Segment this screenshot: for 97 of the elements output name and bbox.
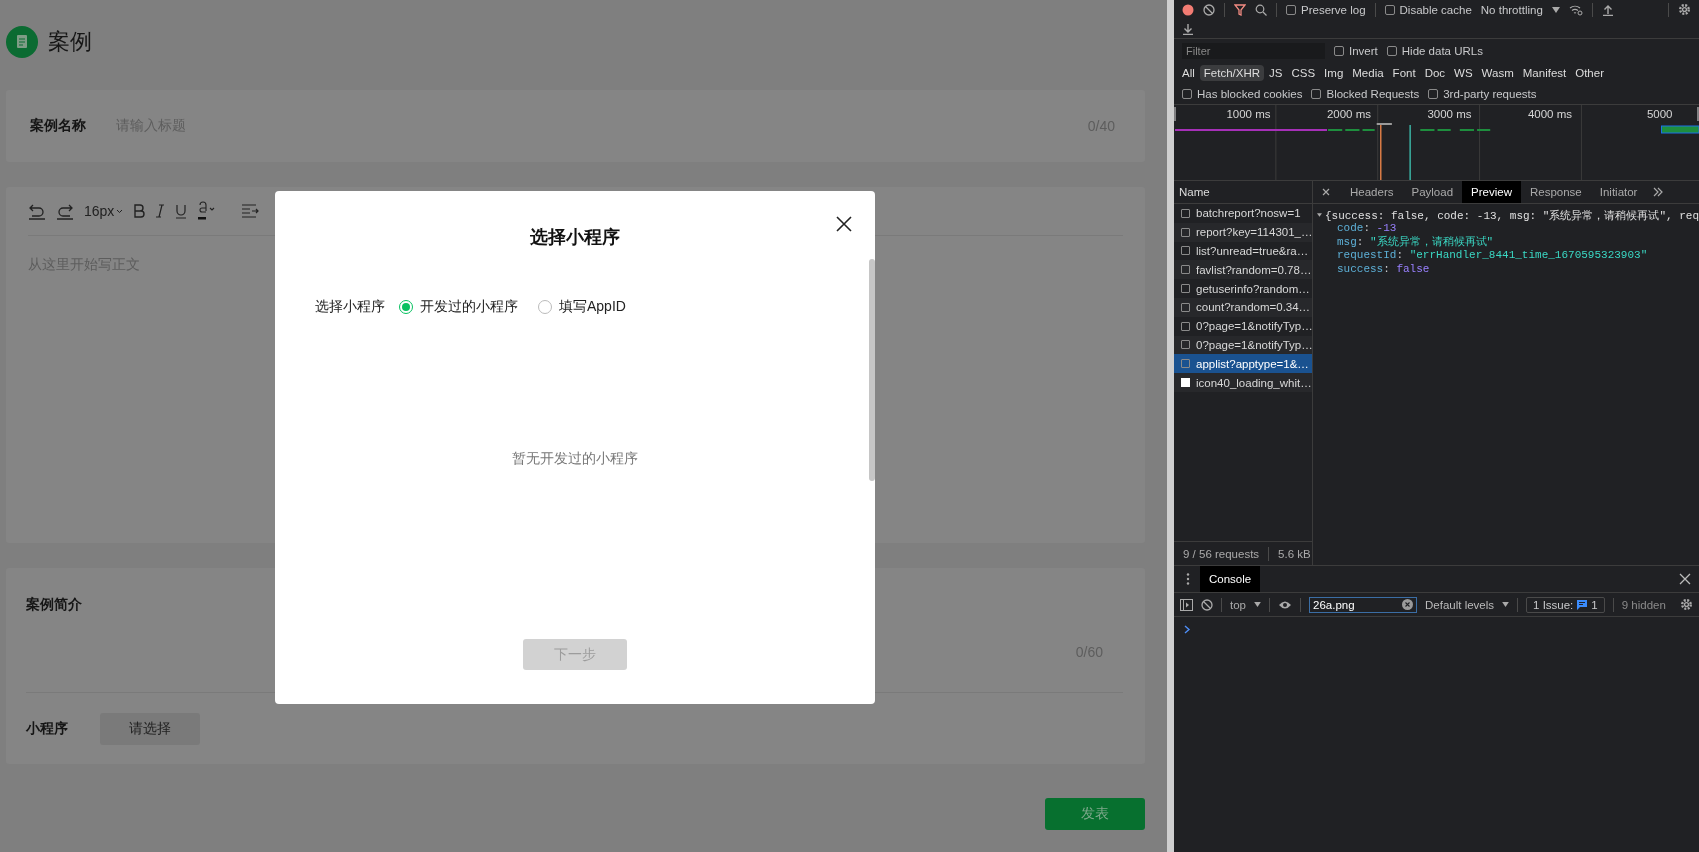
italic-icon[interactable]	[155, 204, 166, 218]
json-summary: {success: false, code: -13, msg: "系统异常，请稍候再试", req	[1324, 208, 1699, 223]
scrollbar[interactable]	[869, 259, 875, 481]
log-levels-dropdown[interactable]: Default levels	[1425, 598, 1495, 611]
expanded-arrow-icon[interactable]	[1317, 211, 1322, 219]
underline-icon[interactable]	[175, 203, 188, 219]
column-header[interactable]: Name	[1174, 181, 1312, 204]
select-button[interactable]: 请选择	[100, 712, 200, 745]
image-file-icon	[1181, 378, 1190, 388]
issues-button[interactable]: 1 Issue: 1	[1526, 596, 1605, 613]
clear-icon[interactable]	[1201, 598, 1213, 611]
transfer-size: 5.6 kB	[1278, 547, 1311, 560]
throttling-dropdown[interactable]: No throttling	[1480, 3, 1543, 16]
type-filter-tab[interactable]: CSS	[1287, 65, 1320, 81]
message-icon	[1577, 599, 1588, 610]
time-tick: 5000	[1645, 107, 1674, 122]
field-label: 小程序	[26, 719, 68, 738]
detail-tab[interactable]: Preview	[1462, 181, 1521, 203]
field-label: 案例名称	[30, 117, 86, 135]
type-filter-tab[interactable]: Font	[1388, 65, 1420, 81]
time-tick: 1000 ms	[1225, 107, 1272, 122]
download-icon[interactable]	[1182, 22, 1194, 35]
settings-icon[interactable]	[1678, 3, 1691, 16]
eye-icon[interactable]	[1278, 599, 1292, 610]
type-filter-tab[interactable]: All	[1178, 65, 1199, 81]
record-icon[interactable]	[1182, 3, 1194, 16]
bold-icon[interactable]	[133, 204, 146, 218]
sidebar-toggle-icon[interactable]	[1180, 598, 1193, 611]
font-size-dropdown[interactable]: 16px	[84, 203, 124, 219]
type-filter-tab[interactable]: JS	[1265, 65, 1287, 81]
context-dropdown[interactable]: top	[1230, 598, 1246, 611]
search-icon[interactable]	[1255, 3, 1267, 16]
settings-icon[interactable]	[1680, 598, 1693, 611]
type-filter-tab[interactable]: Doc	[1420, 65, 1450, 81]
document-icon	[6, 26, 38, 58]
request-row[interactable]: batchreport?nosw=1	[1174, 204, 1312, 223]
console-tab[interactable]: Console	[1200, 566, 1261, 592]
type-filter-tab[interactable]: Media	[1348, 65, 1388, 81]
type-filter-tab[interactable]: Manifest	[1518, 65, 1571, 81]
clear-icon[interactable]	[1203, 3, 1215, 16]
request-row[interactable]: 0?page=1&notifyTyp…	[1174, 316, 1312, 336]
request-count: 9 / 56 requests	[1183, 547, 1260, 560]
prompt-icon[interactable]	[1184, 625, 1191, 634]
filter-icon[interactable]	[1234, 3, 1246, 16]
detail-tab[interactable]: Headers	[1341, 181, 1403, 203]
request-row[interactable]: 0?page=1&notifyTyp…	[1174, 335, 1312, 355]
request-filter-checkbox[interactable]: Blocked Requests	[1311, 88, 1420, 100]
request-row[interactable]: icon40_loading_whit…	[1174, 373, 1312, 392]
undo-icon[interactable]	[28, 202, 46, 220]
request-row[interactable]: report?key=114301_…	[1174, 222, 1312, 242]
disable-cache-checkbox[interactable]: Disable cache	[1384, 3, 1472, 16]
hidden-count: 9 hidden	[1621, 598, 1666, 611]
page-title: 案例	[48, 28, 92, 56]
type-filter-tab[interactable]: Fetch/XHR	[1199, 65, 1265, 81]
radio-option[interactable]: 开发过的小程序	[399, 298, 518, 316]
request-filter-checkbox[interactable]: Has blocked cookies	[1182, 88, 1303, 100]
json-property: code: -13	[1336, 222, 1398, 236]
radio-option[interactable]: 填写AppID	[538, 298, 626, 316]
detail-tab[interactable]: Initiator	[1590, 181, 1647, 203]
console-filter-field[interactable]: 26a.png	[1309, 596, 1417, 613]
type-filter-tab[interactable]: Wasm	[1477, 65, 1518, 81]
json-property: msg: "系统异常，请稍候再试"	[1336, 235, 1495, 249]
more-tabs-icon[interactable]	[1652, 186, 1665, 198]
json-property: requestId: "errHandler_8441_time_1670595323903"	[1336, 249, 1649, 263]
request-row[interactable]: count?random=0.34…	[1174, 298, 1312, 317]
type-filter-tab[interactable]: WS	[1450, 65, 1477, 81]
caret-icon[interactable]	[1551, 6, 1560, 13]
detail-tab[interactable]: Payload	[1402, 181, 1463, 203]
wifi-settings-icon[interactable]	[1568, 3, 1583, 16]
time-tick: 3000 ms	[1426, 107, 1473, 122]
filter-checkbox[interactable]: Invert	[1334, 44, 1378, 57]
detail-tab[interactable]: Response	[1520, 181, 1591, 203]
request-row[interactable]: applist?apptype=1&…	[1174, 354, 1312, 374]
json-property: success: false	[1336, 262, 1431, 276]
time-tick: 4000 ms	[1526, 107, 1573, 122]
dialog-title: 选择小程序	[530, 226, 620, 249]
caret-icon[interactable]	[116, 208, 124, 214]
request-row[interactable]: getuserinfo?random…	[1174, 279, 1312, 298]
empty-message: 暂无开发过的小程序	[512, 450, 638, 468]
redo-icon[interactable]	[56, 202, 74, 220]
request-filter-checkbox[interactable]: 3rd-party requests	[1428, 88, 1537, 100]
type-filter-tab[interactable]: Img	[1320, 65, 1348, 81]
close-icon[interactable]	[835, 215, 853, 233]
caret-icon[interactable]	[1502, 602, 1510, 607]
field-label: 案例简介	[26, 596, 83, 614]
clear-field-icon[interactable]	[1402, 599, 1413, 610]
filter-checkbox[interactable]: Hide data URLs	[1386, 44, 1483, 57]
field-label: 选择小程序	[315, 298, 385, 316]
upload-icon[interactable]	[1601, 3, 1614, 16]
request-row[interactable]: favlist?random=0.78…	[1174, 260, 1312, 280]
filter-field[interactable]: Filter	[1182, 42, 1325, 59]
caret-icon[interactable]	[1254, 602, 1261, 607]
preserve-log-checkbox[interactable]: Preserve log	[1286, 3, 1366, 16]
request-row[interactable]: list?unread=true&ra…	[1174, 241, 1312, 261]
close-icon[interactable]	[1679, 573, 1691, 585]
time-tick: 2000 ms	[1325, 107, 1372, 122]
type-filter-tab[interactable]: Other	[1571, 65, 1608, 81]
